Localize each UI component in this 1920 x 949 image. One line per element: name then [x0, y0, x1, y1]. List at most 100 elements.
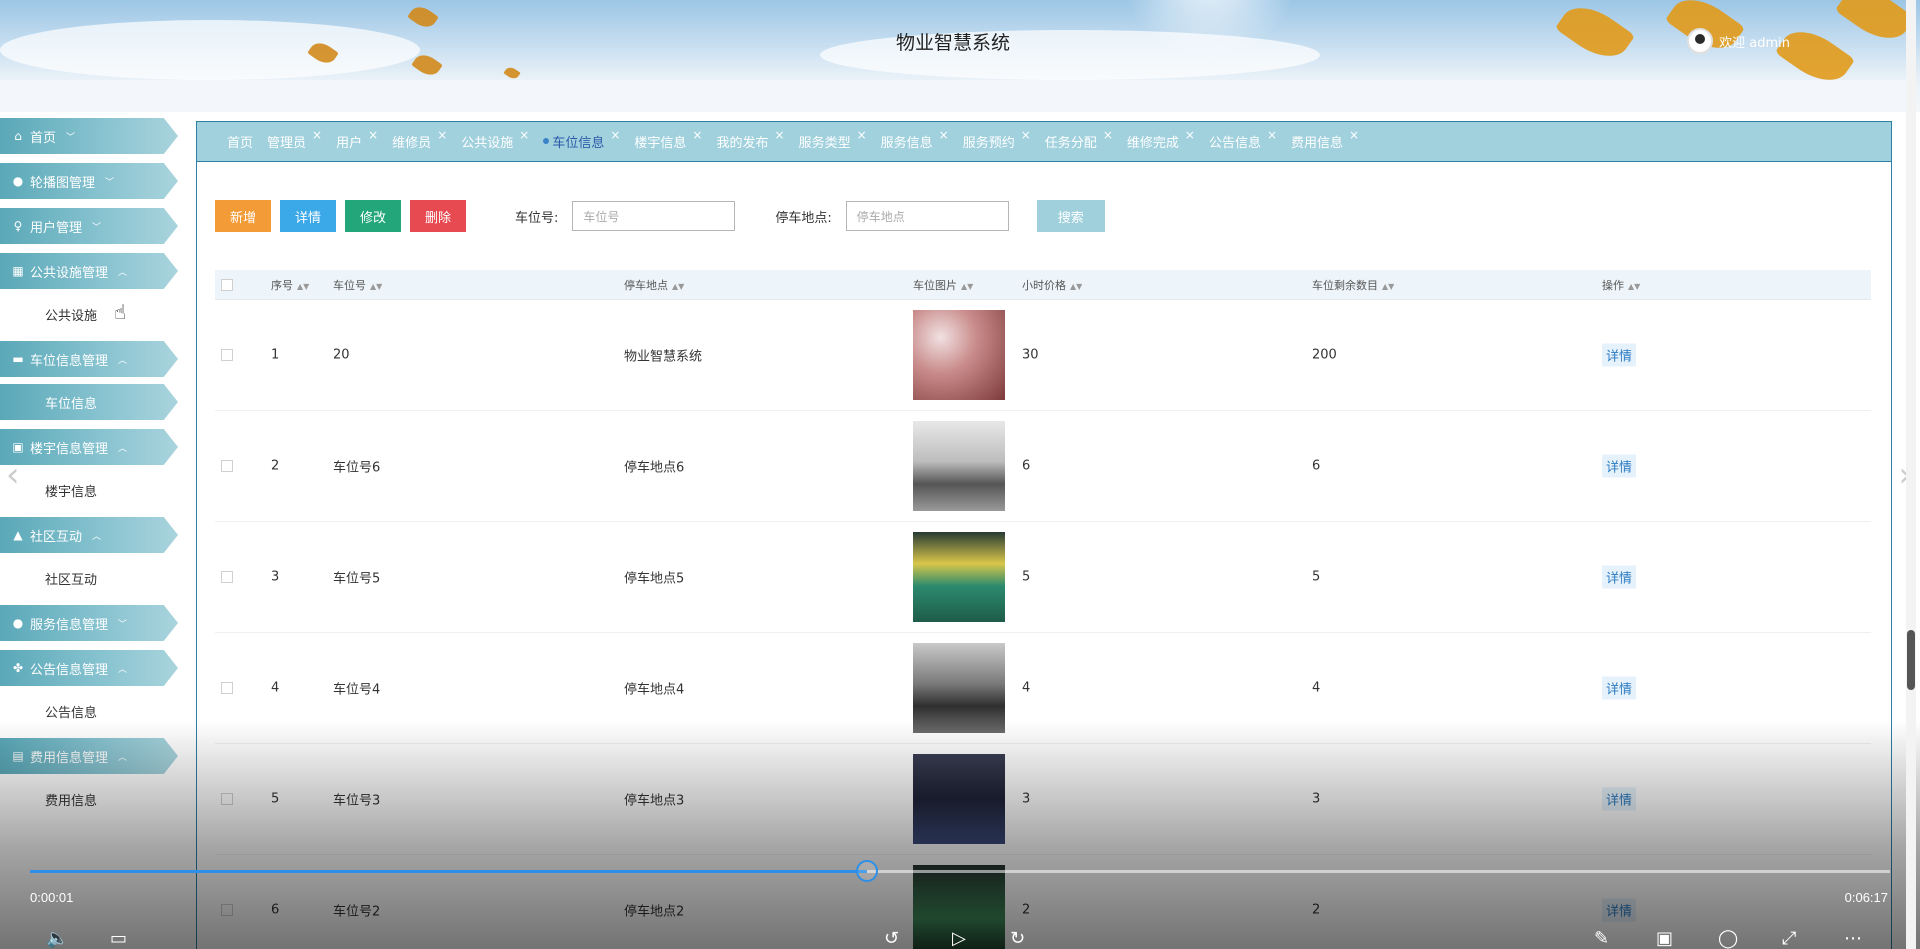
- tab-close-icon[interactable]: ×: [1267, 128, 1277, 142]
- header-price[interactable]: 小时价格 ▲▼: [1022, 277, 1082, 293]
- chevron-down-icon: ﹀: [118, 619, 128, 630]
- row-checkbox[interactable]: [221, 571, 233, 583]
- sidebar-menu-8[interactable]: ✤ 公告信息管理 ︿: [0, 650, 178, 686]
- tab-item[interactable]: 楼宇信息 ×: [634, 128, 702, 151]
- sidebar-subitem[interactable]: 公共设施: [0, 296, 178, 332]
- tab-item[interactable]: 首页: [227, 132, 253, 151]
- sidebar-menu-1[interactable]: ● 轮播图管理 ﹀: [0, 163, 178, 199]
- header-image[interactable]: 车位图片 ▲▼: [913, 277, 973, 293]
- table-row[interactable]: 1 20 物业智慧系统 30 200 详情: [215, 300, 1871, 411]
- cell-no: 3: [271, 569, 280, 585]
- sidebar-subitem[interactable]: 社区互动: [0, 560, 178, 596]
- tab-item[interactable]: 服务预约 ×: [963, 128, 1031, 151]
- sidebar-subitem[interactable]: 楼宇信息: [0, 472, 178, 508]
- play-icon[interactable]: ▷: [952, 928, 966, 949]
- tab-close-icon[interactable]: ×: [692, 128, 702, 142]
- table-row[interactable]: 3 车位号5 停车地点5 5 5 详情: [215, 522, 1871, 633]
- header-place[interactable]: 停车地点 ▲▼: [624, 277, 684, 293]
- sidebar-menu-label: 楼宇信息管理: [30, 441, 109, 457]
- tab-item[interactable]: 维修完成 ×: [1127, 128, 1195, 151]
- parking-thumbnail[interactable]: [913, 532, 1005, 622]
- tab-item[interactable]: 公告信息 ×: [1208, 128, 1277, 151]
- header-no[interactable]: 序号 ▲▼: [271, 277, 309, 293]
- rewind-10-icon[interactable]: ↺: [884, 928, 899, 949]
- video-progress-bar[interactable]: [30, 860, 1890, 882]
- 360-icon[interactable]: ◯: [1718, 928, 1738, 949]
- subtitles-icon[interactable]: ▭: [110, 928, 127, 949]
- tab-item[interactable]: 服务类型 ×: [799, 128, 867, 151]
- tab-label: 公告信息: [1208, 136, 1261, 151]
- fullscreen-icon[interactable]: ⤢: [1782, 928, 1796, 949]
- sort-icon: ▲▼: [672, 281, 685, 291]
- row-checkbox[interactable]: [221, 682, 233, 694]
- user-welcome[interactable]: 欢迎 admin: [1687, 28, 1790, 54]
- tab-close-icon[interactable]: ×: [610, 128, 620, 142]
- tab-item[interactable]: 车位信息 ×: [543, 128, 620, 151]
- row-detail-link[interactable]: 详情: [1602, 454, 1637, 478]
- sidebar-menu-2[interactable]: ♀ 用户管理 ﹀: [0, 208, 178, 244]
- tab-close-icon[interactable]: ×: [1021, 128, 1031, 142]
- header-action[interactable]: 操作 ▲▼: [1602, 277, 1640, 293]
- tab-item[interactable]: 管理员 ×: [267, 128, 322, 151]
- cell-code: 20: [333, 347, 350, 363]
- parking-thumbnail[interactable]: [913, 421, 1005, 511]
- tab-close-icon[interactable]: ×: [775, 128, 785, 142]
- sidebar-menu-4[interactable]: ▬ 车位信息管理 ︿: [0, 341, 178, 377]
- tab-label: 公共设施: [461, 136, 514, 151]
- edit-button[interactable]: 修改: [345, 200, 401, 232]
- header-label: 停车地点: [624, 278, 668, 292]
- sidebar-menu-6[interactable]: ▲ 社区互动 ︿: [0, 517, 178, 553]
- sidebar-menu-0[interactable]: ⌂ 首页 ﹀: [0, 118, 178, 154]
- tab-close-icon[interactable]: ×: [312, 128, 322, 142]
- tab-item[interactable]: 我的发布 ×: [716, 128, 784, 151]
- detail-button[interactable]: 详情: [280, 200, 336, 232]
- tab-item[interactable]: 维修员 ×: [392, 128, 447, 151]
- pen-icon[interactable]: ✎: [1594, 928, 1609, 949]
- sidebar-subitem[interactable]: 车位信息: [0, 384, 178, 420]
- page-title: 物业智慧系统: [895, 32, 1010, 54]
- row-detail-link[interactable]: 详情: [1602, 565, 1637, 589]
- add-button[interactable]: 新增: [215, 200, 271, 232]
- sidebar-menu-7[interactable]: ● 服务信息管理 ﹀: [0, 605, 178, 641]
- tab-close-icon[interactable]: ×: [1349, 128, 1359, 142]
- sidebar-menu-5[interactable]: ▣ 楼宇信息管理 ︿: [0, 429, 178, 465]
- sidebar-menu-3[interactable]: ▦ 公共设施管理 ︿: [0, 253, 178, 289]
- tab-item[interactable]: 任务分配 ×: [1045, 128, 1113, 151]
- tab-close-icon[interactable]: ×: [519, 128, 529, 142]
- cell-place: 停车地点6: [624, 460, 685, 476]
- search-button[interactable]: 搜索: [1036, 200, 1105, 232]
- space-number-input[interactable]: 车位号: [572, 201, 736, 231]
- chevron-down-icon: ﹀: [92, 222, 102, 233]
- tab-item[interactable]: 公共设施 ×: [461, 128, 529, 151]
- tab-item[interactable]: 服务信息 ×: [881, 128, 949, 151]
- table-row[interactable]: 2 车位号6 停车地点6 6 6 详情: [215, 411, 1871, 522]
- tab-item[interactable]: 用户 ×: [336, 128, 378, 151]
- row-detail-link[interactable]: 详情: [1602, 676, 1637, 700]
- select-all-checkbox[interactable]: [221, 278, 233, 291]
- picture-in-picture-icon[interactable]: ▣: [1656, 928, 1673, 949]
- delete-button[interactable]: 删除: [410, 200, 466, 232]
- tab-close-icon[interactable]: ×: [1185, 128, 1195, 142]
- cell-price: 4: [1022, 680, 1031, 696]
- page-scrollbar[interactable]: [1906, 0, 1916, 949]
- prev-arrow-icon[interactable]: ‹: [6, 455, 20, 495]
- forward-30-icon[interactable]: ↻: [1010, 928, 1025, 949]
- header-remain[interactable]: 车位剩余数目 ▲▼: [1312, 277, 1394, 293]
- tab-close-icon[interactable]: ×: [1103, 128, 1113, 142]
- progress-knob[interactable]: [856, 860, 878, 882]
- row-checkbox[interactable]: [221, 460, 233, 472]
- volume-icon[interactable]: 🔈: [46, 928, 68, 949]
- tab-item[interactable]: 费用信息 ×: [1291, 128, 1359, 151]
- tab-close-icon[interactable]: ×: [939, 128, 949, 142]
- header-label: 操作: [1602, 278, 1624, 292]
- tab-close-icon[interactable]: ×: [437, 128, 447, 142]
- more-icon[interactable]: ⋯: [1844, 928, 1862, 949]
- scrollbar-thumb[interactable]: [1907, 630, 1915, 690]
- header-code[interactable]: 车位号 ▲▼: [333, 277, 382, 293]
- row-detail-link[interactable]: 详情: [1602, 343, 1637, 367]
- parking-place-input[interactable]: 停车地点: [845, 201, 1009, 231]
- tab-close-icon[interactable]: ×: [368, 128, 378, 142]
- row-checkbox[interactable]: [221, 349, 233, 361]
- parking-thumbnail[interactable]: [913, 310, 1005, 400]
- tab-close-icon[interactable]: ×: [857, 128, 867, 142]
